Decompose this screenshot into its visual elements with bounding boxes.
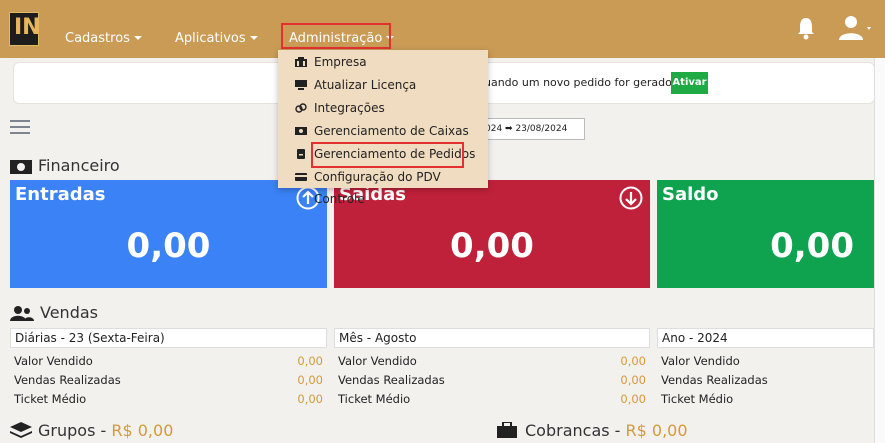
menu-item-integracoes[interactable]: Integrações: [278, 97, 488, 119]
row-label: Ticket Médio: [338, 392, 411, 406]
saidas-value: 0,00: [450, 226, 534, 266]
row-value: 0,00: [297, 392, 323, 406]
panel-header: Ano - 2024: [657, 328, 874, 348]
row-value: 0,00: [620, 373, 646, 387]
saidas-card: Saídas 0,00: [334, 180, 650, 288]
notification-text: uando um novo pedido for gerado: [484, 76, 672, 89]
page-scrollbar[interactable]: [874, 58, 885, 443]
app-logo[interactable]: IN: [9, 12, 41, 46]
vendas-mes-panel: Mês - Agosto Valor Vendido 0,00 Vendas R…: [334, 328, 650, 410]
row-label: Vendas Realizadas: [661, 373, 768, 387]
saldo-title: Saldo: [662, 184, 719, 205]
vendas-title: Vendas: [10, 303, 98, 322]
menu-item-configuracao-pdv[interactable]: Configuração do PDV Controle: [278, 166, 488, 206]
monitor-icon: [295, 80, 307, 90]
bell-icon[interactable]: [796, 16, 816, 40]
entradas-title: Entradas: [15, 184, 106, 205]
menu-item-gerenciamento-caixas[interactable]: Gerenciamento de Caixas: [278, 120, 488, 142]
entradas-card: Entradas 0,00: [10, 180, 327, 288]
row-value: 0,00: [620, 354, 646, 368]
chevron-down-icon: [133, 36, 142, 40]
row-label: Ticket Médio: [14, 392, 87, 406]
row-label: Valor Vendido: [14, 354, 93, 368]
row-label: Vendas Realizadas: [338, 373, 445, 387]
highlight-box: [281, 23, 391, 49]
row-value: 0,00: [297, 373, 323, 387]
logo-text: IN: [14, 15, 41, 40]
vendas-ano-panel: Ano - 2024 Valor Vendido Vendas Realizad…: [657, 328, 874, 410]
date-range-input[interactable]: 024 ➡ 23/08/2024: [478, 118, 585, 140]
users-icon: [10, 306, 34, 321]
link-icon: [295, 103, 307, 113]
arrow-down-circle-icon: [619, 186, 643, 210]
panel-header: Diárias - 23 (Sexta-Feira): [10, 328, 327, 348]
receipt-icon: [297, 149, 305, 159]
hamburger-menu-icon[interactable]: [10, 120, 30, 134]
row-label: Valor Vendido: [338, 354, 417, 368]
financeiro-title: Financeiro: [10, 156, 120, 175]
row-label: Ticket Médio: [661, 392, 734, 406]
panel-header: Mês - Agosto: [334, 328, 650, 348]
menu-item-empresa[interactable]: Empresa: [278, 51, 488, 73]
vendas-diarias-panel: Diárias - 23 (Sexta-Feira) Valor Vendido…: [10, 328, 327, 410]
user-icon[interactable]: [839, 14, 873, 42]
layers-icon: [10, 422, 32, 438]
entradas-value: 0,00: [126, 226, 211, 266]
row-value: 0,00: [620, 392, 646, 406]
money-icon: [10, 160, 32, 174]
saldo-value: 0,00: [770, 226, 854, 266]
ativar-button[interactable]: Ativar: [671, 72, 708, 94]
row-value: 0,00: [297, 354, 323, 368]
briefcase-icon: [497, 421, 517, 438]
grupos-title: Grupos - R$ 0,00: [10, 421, 173, 440]
card-icon: [295, 173, 307, 181]
row-label: Valor Vendido: [661, 354, 740, 368]
cobrancas-value: R$ 0,00: [625, 421, 688, 440]
cobrancas-title: Cobrancas - R$ 0,00: [497, 421, 688, 440]
cash-register-icon: [295, 127, 307, 135]
chevron-down-icon: [249, 36, 258, 40]
highlight-box: [311, 142, 464, 168]
row-label: Vendas Realizadas: [14, 373, 121, 387]
menu-item-atualizar-licenca[interactable]: Atualizar Licença: [278, 74, 488, 96]
nav-aplicativos[interactable]: Aplicativos: [175, 31, 258, 46]
grupos-value: R$ 0,00: [111, 421, 174, 440]
building-icon: [295, 57, 307, 67]
saldo-card: Saldo 0,00: [657, 180, 874, 288]
nav-cadastros[interactable]: Cadastros: [65, 31, 142, 46]
